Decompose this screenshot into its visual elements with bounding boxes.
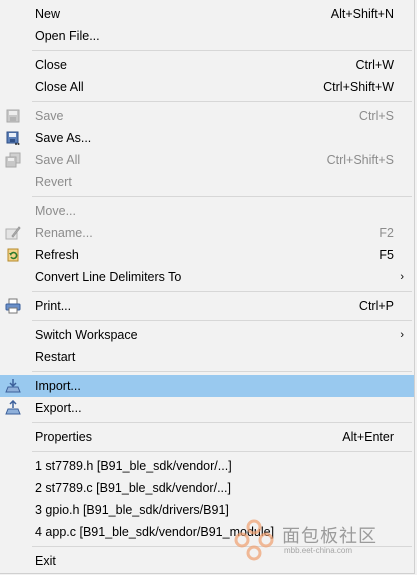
save-icon xyxy=(5,108,21,124)
menu-item-properties[interactable]: Properties Alt+Enter xyxy=(0,426,414,448)
save-as-icon xyxy=(5,130,21,146)
recent-file-item[interactable]: 4 app.c [B91_ble_sdk/vendor/B91_module] xyxy=(0,521,414,543)
menu-item-import[interactable]: Import... xyxy=(0,375,414,397)
menu-item-label: Exit xyxy=(35,554,56,568)
recent-file-label: 2 st7789.c [B91_ble_sdk/vendor/...] xyxy=(35,481,231,495)
menu-separator xyxy=(32,196,412,197)
shortcut-label: F5 xyxy=(379,248,394,262)
menu-item-label: New xyxy=(35,7,61,21)
menu-item-exit[interactable]: Exit xyxy=(0,550,414,572)
menu-separator xyxy=(32,101,412,102)
menu-item-label: Switch Workspace xyxy=(35,328,138,342)
menu-item-label: Restart xyxy=(35,350,76,364)
menu-item-label: Close All xyxy=(35,80,84,94)
menu-separator xyxy=(32,546,412,547)
submenu-arrow-icon: › xyxy=(400,271,404,283)
menu-item-label: Import... xyxy=(35,379,81,393)
menu-item-rename[interactable]: Rename... F2 xyxy=(0,222,414,244)
shortcut-label: Ctrl+Shift+S xyxy=(326,153,394,167)
menu-item-open-file[interactable]: Open File... xyxy=(0,25,414,47)
menu-item-label: Close xyxy=(35,58,67,72)
menu-item-revert[interactable]: Revert xyxy=(0,171,414,193)
recent-file-item[interactable]: 2 st7789.c [B91_ble_sdk/vendor/...] xyxy=(0,477,414,499)
menu-item-save[interactable]: Save Ctrl+S xyxy=(0,105,414,127)
menu-item-label: Convert Line Delimiters To xyxy=(35,270,182,284)
shortcut-label: Ctrl+Shift+W xyxy=(323,80,394,94)
file-menu: New Alt+Shift+N Open File... Close Ctrl+… xyxy=(0,0,415,574)
recent-file-label: 1 st7789.h [B91_ble_sdk/vendor/...] xyxy=(35,459,232,473)
menu-item-print[interactable]: Print... Ctrl+P xyxy=(0,295,414,317)
shortcut-label: Ctrl+W xyxy=(355,58,394,72)
recent-file-label: 4 app.c [B91_ble_sdk/vendor/B91_module] xyxy=(35,525,275,539)
menu-item-label: Save All xyxy=(35,153,81,167)
menu-item-label: Save xyxy=(35,109,64,123)
menu-item-label: Properties xyxy=(35,430,92,444)
shortcut-label: F2 xyxy=(379,226,394,240)
recent-file-item[interactable]: 3 gpio.h [B91_ble_sdk/drivers/B91] xyxy=(0,499,414,521)
menu-item-label: Move... xyxy=(35,204,76,218)
menu-item-close-all[interactable]: Close All Ctrl+Shift+W xyxy=(0,76,414,98)
menu-item-label: Save As... xyxy=(35,131,92,145)
printer-icon xyxy=(5,298,21,314)
menu-separator xyxy=(32,451,412,452)
menu-item-save-as[interactable]: Save As... xyxy=(0,127,414,149)
menu-item-switch-workspace[interactable]: Switch Workspace › xyxy=(0,324,414,346)
shortcut-label: Alt+Shift+N xyxy=(330,7,394,21)
recent-file-label: 3 gpio.h [B91_ble_sdk/drivers/B91] xyxy=(35,503,229,517)
menu-separator xyxy=(32,50,412,51)
menu-item-label: Revert xyxy=(35,175,72,189)
menu-separator xyxy=(32,320,412,321)
import-icon xyxy=(5,378,21,394)
menu-item-label: Rename... xyxy=(35,226,93,240)
shortcut-label: Alt+Enter xyxy=(342,430,394,444)
recent-file-item[interactable]: 1 st7789.h [B91_ble_sdk/vendor/...] xyxy=(0,455,414,477)
menu-item-label: Export... xyxy=(35,401,82,415)
menu-item-label: Open File... xyxy=(35,29,100,43)
menu-item-convert-line-delimiters[interactable]: Convert Line Delimiters To › xyxy=(0,266,414,288)
menu-item-restart[interactable]: Restart xyxy=(0,346,414,368)
menu-separator xyxy=(32,291,412,292)
menu-item-save-all[interactable]: Save All Ctrl+Shift+S xyxy=(0,149,414,171)
menu-item-close[interactable]: Close Ctrl+W xyxy=(0,54,414,76)
shortcut-label: Ctrl+S xyxy=(358,109,394,123)
submenu-arrow-icon: › xyxy=(400,329,404,341)
menu-item-move[interactable]: Move... xyxy=(0,200,414,222)
shortcut-label: Ctrl+P xyxy=(358,299,394,313)
menu-item-new[interactable]: New Alt+Shift+N xyxy=(0,3,414,25)
save-all-icon xyxy=(5,152,21,168)
menu-separator xyxy=(32,422,412,423)
rename-icon xyxy=(5,225,21,241)
refresh-icon xyxy=(5,247,21,263)
menu-item-refresh[interactable]: Refresh F5 xyxy=(0,244,414,266)
export-icon xyxy=(5,400,21,416)
menu-separator xyxy=(32,371,412,372)
menu-item-label: Print... xyxy=(35,299,72,313)
menu-item-export[interactable]: Export... xyxy=(0,397,414,419)
menu-item-label: Refresh xyxy=(35,248,79,262)
